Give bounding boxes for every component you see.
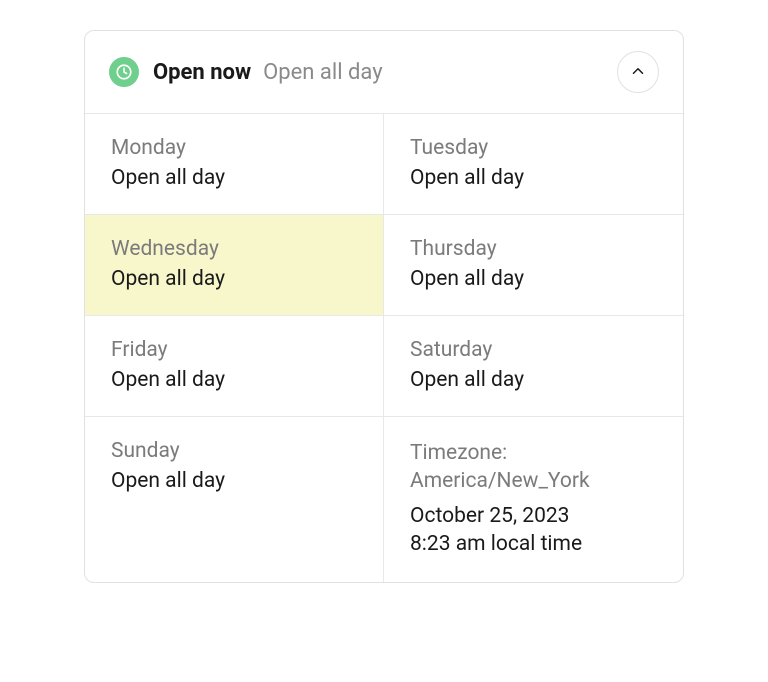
- header-text: Open now Open all day: [153, 60, 603, 85]
- open-status: Open now: [153, 60, 251, 85]
- timezone-time: 8:23 am local time: [410, 530, 657, 558]
- card-header[interactable]: Open now Open all day: [85, 31, 683, 113]
- day-name: Friday: [111, 338, 357, 362]
- day-name: Thursday: [410, 237, 657, 261]
- opening-hours-card: Open now Open all day Monday Open all da…: [84, 30, 684, 583]
- day-cell-friday: Friday Open all day: [85, 316, 384, 417]
- day-name: Sunday: [111, 439, 357, 463]
- day-hours: Open all day: [410, 166, 657, 190]
- day-cell-saturday: Saturday Open all day: [384, 316, 683, 417]
- day-hours: Open all day: [410, 267, 657, 291]
- day-cell-tuesday: Tuesday Open all day: [384, 114, 683, 215]
- timezone-date: October 25, 2023: [410, 502, 657, 530]
- collapse-button[interactable]: [617, 51, 659, 93]
- day-name: Tuesday: [410, 136, 657, 160]
- day-hours: Open all day: [111, 469, 357, 493]
- timezone-prefix: Timezone:: [410, 441, 507, 465]
- day-hours: Open all day: [111, 368, 357, 392]
- day-cell-monday: Monday Open all day: [85, 114, 384, 215]
- chevron-up-icon: [629, 62, 647, 83]
- timezone-label: Timezone: America/New_York: [410, 439, 657, 496]
- day-hours: Open all day: [410, 368, 657, 392]
- hours-grid: Monday Open all day Tuesday Open all day…: [85, 113, 683, 582]
- day-name: Monday: [111, 136, 357, 160]
- day-name: Saturday: [410, 338, 657, 362]
- day-cell-thursday: Thursday Open all day: [384, 215, 683, 316]
- day-cell-sunday: Sunday Open all day: [85, 417, 384, 582]
- today-hours: Open all day: [263, 60, 383, 85]
- day-cell-wednesday: Wednesday Open all day: [85, 215, 384, 316]
- day-name: Wednesday: [111, 237, 357, 261]
- timezone-cell: Timezone: America/New_York October 25, 2…: [384, 417, 683, 582]
- day-hours: Open all day: [111, 267, 357, 291]
- timezone-name: America/New_York: [410, 469, 590, 493]
- day-hours: Open all day: [111, 166, 357, 190]
- clock-icon: [109, 57, 139, 87]
